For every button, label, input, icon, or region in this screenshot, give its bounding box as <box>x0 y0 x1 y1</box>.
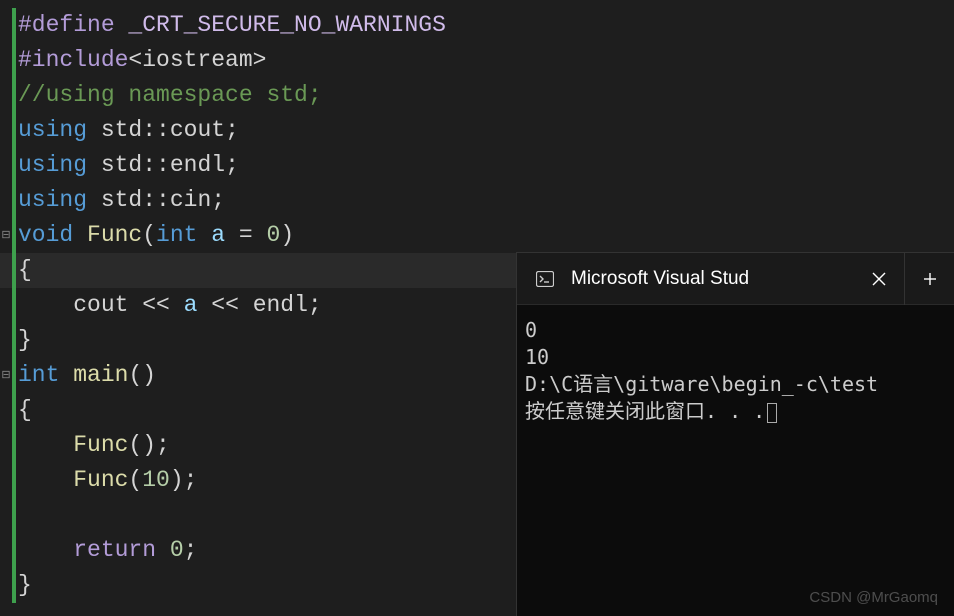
token-group: #define _CRT_SECURE_NO_WARNINGS <box>16 8 446 43</box>
output-line: D:\C语言\gitware\begin_-c\test <box>525 371 946 398</box>
code-line[interactable]: using std::endl; <box>0 148 954 183</box>
terminal-icon <box>535 269 555 289</box>
brace: { <box>16 393 32 428</box>
output-line: 10 <box>525 344 946 371</box>
token-group: cout << a << endl; <box>16 288 322 323</box>
collapse-icon[interactable]: ⊟ <box>0 358 12 393</box>
close-button[interactable] <box>854 253 904 305</box>
token-group: using std::cin; <box>16 183 225 218</box>
code-line[interactable]: //using namespace std; <box>0 78 954 113</box>
code-line[interactable]: ⊟ void Func(int a = 0) <box>0 218 954 253</box>
brace: } <box>16 568 32 603</box>
watermark: CSDN @MrGaomq <box>809 589 938 606</box>
output-line: 0 <box>525 317 946 344</box>
token-group: Func(10); <box>16 463 197 498</box>
cursor-icon <box>767 403 777 423</box>
token-group: Func(); <box>16 428 170 463</box>
brace: { <box>16 253 32 288</box>
output-line: 按任意键关闭此窗口. . . <box>525 398 946 425</box>
console-titlebar[interactable]: Microsoft Visual Stud <box>517 253 954 305</box>
token-group: return 0; <box>16 533 197 568</box>
console-title: Microsoft Visual Stud <box>571 268 854 290</box>
brace: } <box>16 323 32 358</box>
console-window[interactable]: Microsoft Visual Stud 0 10 D:\C语言\gitwar… <box>516 252 954 616</box>
code-line[interactable]: #include<iostream> <box>0 43 954 78</box>
console-output[interactable]: 0 10 D:\C语言\gitware\begin_-c\test 按任意键关闭… <box>517 305 954 437</box>
token-group: int main() <box>16 358 156 393</box>
token-group: #include<iostream> <box>16 43 266 78</box>
code-line[interactable]: using std::cout; <box>0 113 954 148</box>
token-group: void Func(int a = 0) <box>16 218 294 253</box>
collapse-icon[interactable]: ⊟ <box>0 218 12 253</box>
code-line[interactable]: #define _CRT_SECURE_NO_WARNINGS <box>0 8 954 43</box>
comment: //using namespace std; <box>16 78 322 113</box>
new-tab-button[interactable] <box>904 253 954 305</box>
token-group: using std::endl; <box>16 148 239 183</box>
token-group: using std::cout; <box>16 113 239 148</box>
code-line[interactable]: using std::cin; <box>0 183 954 218</box>
